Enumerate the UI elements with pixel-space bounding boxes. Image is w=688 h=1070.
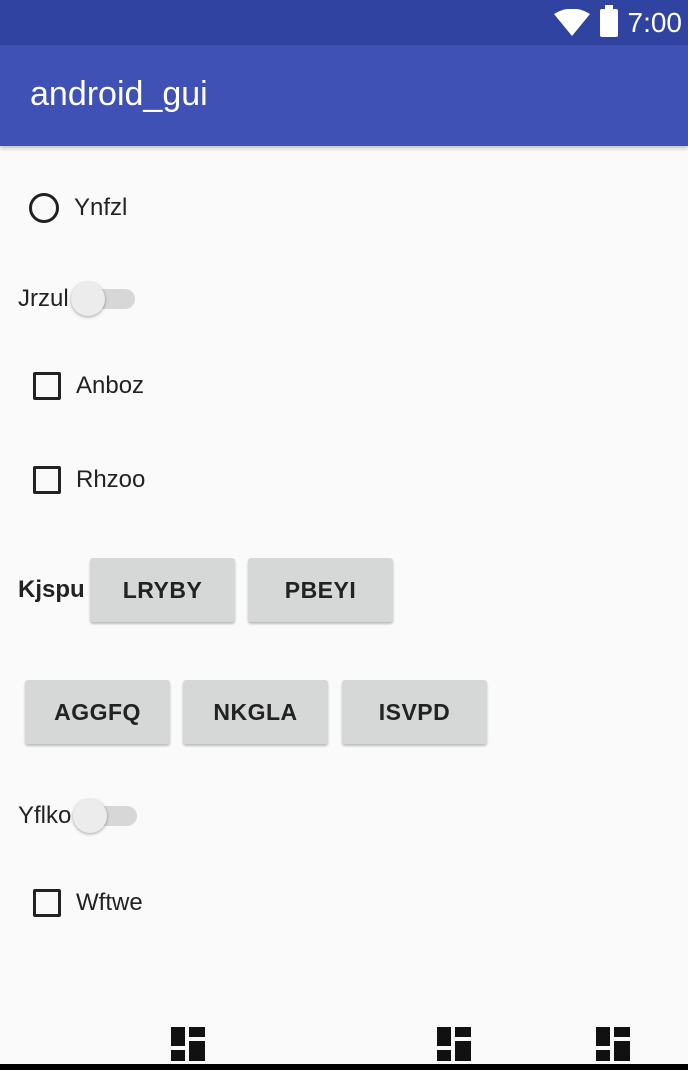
battery-icon (599, 4, 618, 37)
checkbox-anboz[interactable]: Anboz (0, 372, 144, 400)
radio-ynfzl-label: Ynfzl (74, 194, 128, 221)
switch-yflko[interactable] (73, 798, 139, 834)
status-bar: 7:00 (0, 0, 688, 45)
switch-jrzul-label: Jrzul (18, 285, 69, 312)
checkbox-wftwe[interactable]: Wftwe (0, 889, 143, 917)
checkbox-anboz-label: Anboz (76, 372, 145, 399)
switch-yflko-row: Yflko (18, 798, 139, 834)
app-bar: android_gui (0, 45, 688, 146)
switch-thumb (70, 282, 105, 316)
dashboard-icon[interactable] (171, 1027, 205, 1061)
pbeyi-button[interactable]: PBEYI (248, 558, 393, 622)
checkbox-rhzoo-label: Rhzoo (76, 466, 146, 493)
dashboard-icon[interactable] (596, 1027, 630, 1061)
checkbox-icon[interactable] (33, 372, 61, 400)
radio-ynfzl[interactable]: Ynfzl (0, 193, 127, 223)
lryby-button[interactable]: LRYBY (90, 558, 235, 622)
checkbox-rhzoo[interactable]: Rhzoo (0, 466, 145, 494)
checkbox-icon[interactable] (33, 466, 61, 494)
app-title: android_gui (30, 75, 208, 113)
isvpd-button[interactable]: ISVPD (342, 680, 487, 744)
aggfq-button[interactable]: AGGFQ (25, 680, 170, 744)
radio-button-icon[interactable] (29, 193, 59, 223)
status-time: 7:00 (627, 6, 683, 38)
nkgla-button[interactable]: NKGLA (183, 680, 328, 744)
bottom-edge (0, 1064, 688, 1070)
wifi-icon (553, 8, 590, 36)
dashboard-icon[interactable] (437, 1027, 471, 1061)
checkbox-icon[interactable] (33, 889, 61, 917)
switch-jrzul-row: Jrzul (18, 281, 137, 317)
checkbox-wftwe-label: Wftwe (76, 889, 143, 916)
kjspu-label: Kjspu (18, 576, 85, 603)
status-icons: 7:00 (553, 0, 683, 45)
switch-yflko-label: Yflko (18, 802, 72, 829)
switch-jrzul[interactable] (70, 281, 137, 317)
switch-thumb (73, 799, 108, 833)
